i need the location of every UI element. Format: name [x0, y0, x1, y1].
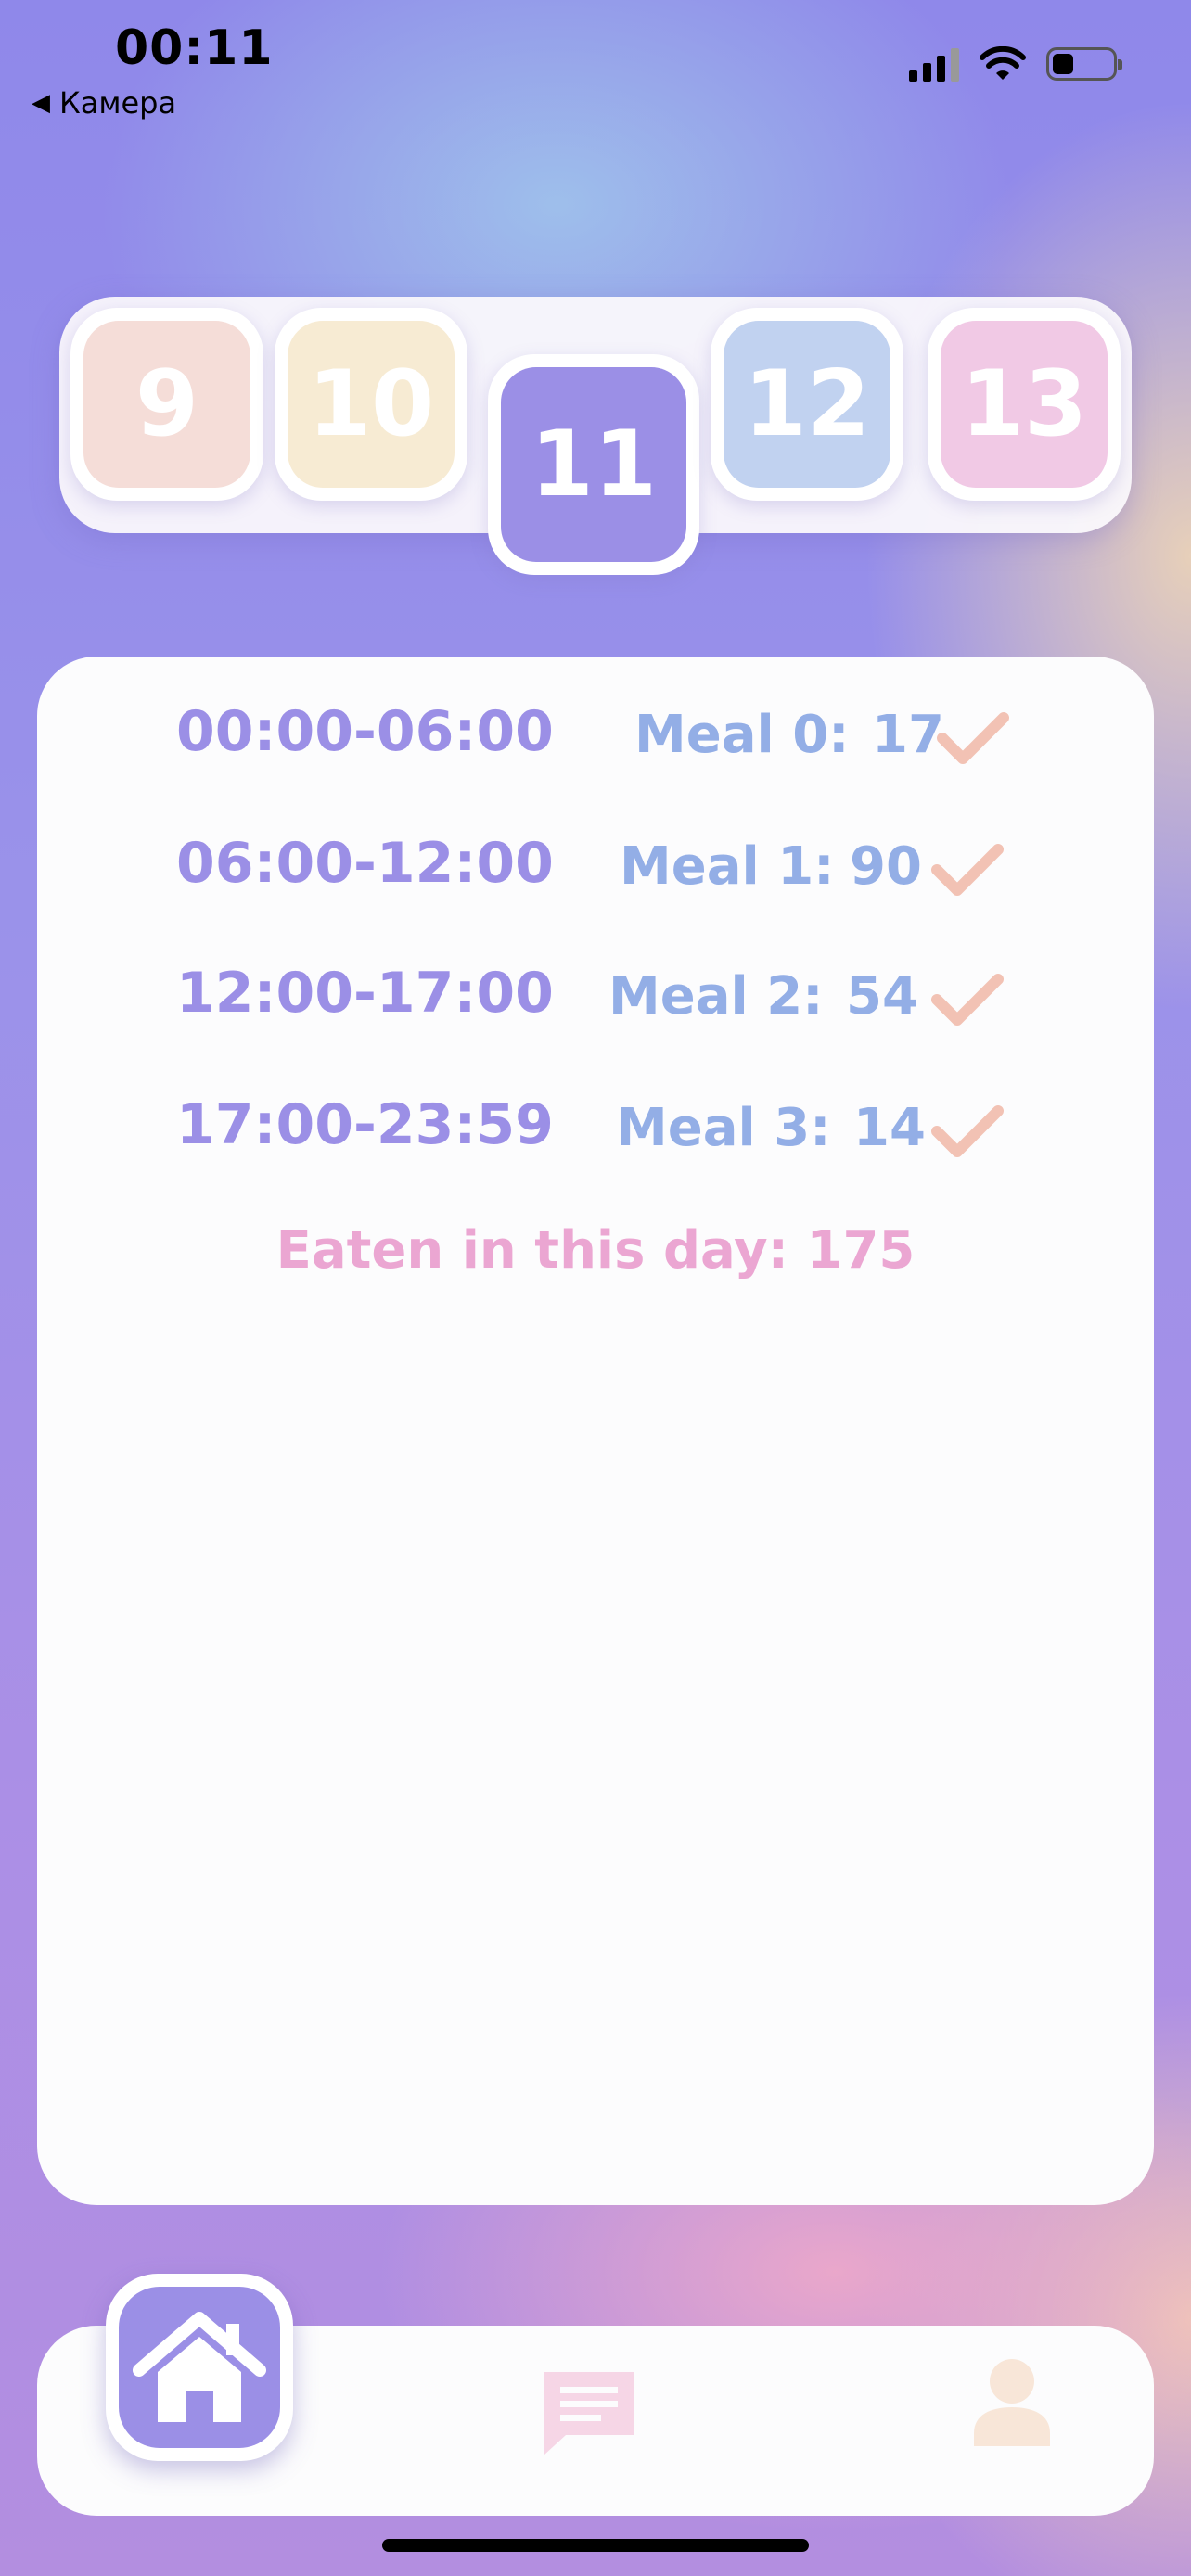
meal-label: Meal 2: [608, 966, 824, 1027]
meals-card: 00:00-06:00 Meal 0: 17 06:00-12:00 Meal … [37, 657, 1154, 2205]
meal-label: Meal 3: [616, 1098, 831, 1158]
back-triangle-icon: ◀ [32, 89, 50, 117]
home-icon [133, 2312, 266, 2422]
meal-row-0: 00:00-06:00 Meal 0: 17 [37, 699, 1154, 773]
meal-row-2: 12:00-17:00 Meal 2: 54 [37, 961, 1154, 1035]
meal-value: 14 [853, 1098, 926, 1158]
check-icon[interactable] [935, 710, 1009, 766]
day-11-button-selected[interactable]: 11 [488, 354, 699, 575]
chat-icon [544, 2372, 634, 2455]
home-tab-button[interactable] [106, 2274, 293, 2461]
back-link-label: Камера [59, 85, 177, 121]
meal-label: Meal 0: [634, 705, 850, 765]
profile-tab-button[interactable] [972, 2357, 1052, 2450]
day-10-button[interactable]: 10 [275, 308, 467, 501]
battery-icon [1046, 47, 1122, 81]
meal-time-range: 06:00-12:00 [176, 831, 554, 896]
check-icon[interactable] [929, 842, 1004, 898]
meal-label: Meal 1: [620, 836, 835, 897]
messages-tab-button[interactable] [538, 2366, 640, 2463]
meal-value: 17 [872, 705, 944, 765]
status-time: 00:11 [115, 20, 274, 76]
day-9-label: 9 [83, 321, 250, 488]
meal-time-range: 12:00-17:00 [176, 961, 554, 1026]
day-12-label: 12 [724, 321, 890, 488]
day-13-label: 13 [941, 321, 1108, 488]
cellular-signal-icon [909, 46, 959, 82]
user-icon [974, 2359, 1050, 2446]
home-indicator [382, 2539, 809, 2552]
day-13-button[interactable]: 13 [928, 308, 1121, 501]
check-icon[interactable] [929, 1103, 1004, 1159]
wifi-icon [980, 46, 1026, 80]
meal-time-range: 17:00-23:59 [176, 1092, 554, 1157]
daily-total-text: Eaten in this day: 175 [275, 1220, 916, 1281]
day-10-label: 10 [288, 321, 455, 488]
meal-value: 90 [850, 836, 922, 897]
meal-row-3: 17:00-23:59 Meal 3: 14 [37, 1092, 1154, 1167]
status-icons [909, 46, 1122, 82]
meal-time-range: 00:00-06:00 [176, 699, 554, 764]
back-to-camera-link[interactable]: ◀ Камера [32, 85, 176, 121]
day-11-label: 11 [501, 367, 686, 562]
home-tab-inner [119, 2287, 280, 2448]
date-selector: 9 10 11 12 13 [59, 297, 1132, 575]
meal-value: 54 [846, 966, 918, 1027]
day-12-button[interactable]: 12 [711, 308, 903, 501]
day-9-button[interactable]: 9 [70, 308, 263, 501]
check-icon[interactable] [929, 972, 1004, 1027]
meal-row-1: 06:00-12:00 Meal 1: 90 [37, 831, 1154, 905]
